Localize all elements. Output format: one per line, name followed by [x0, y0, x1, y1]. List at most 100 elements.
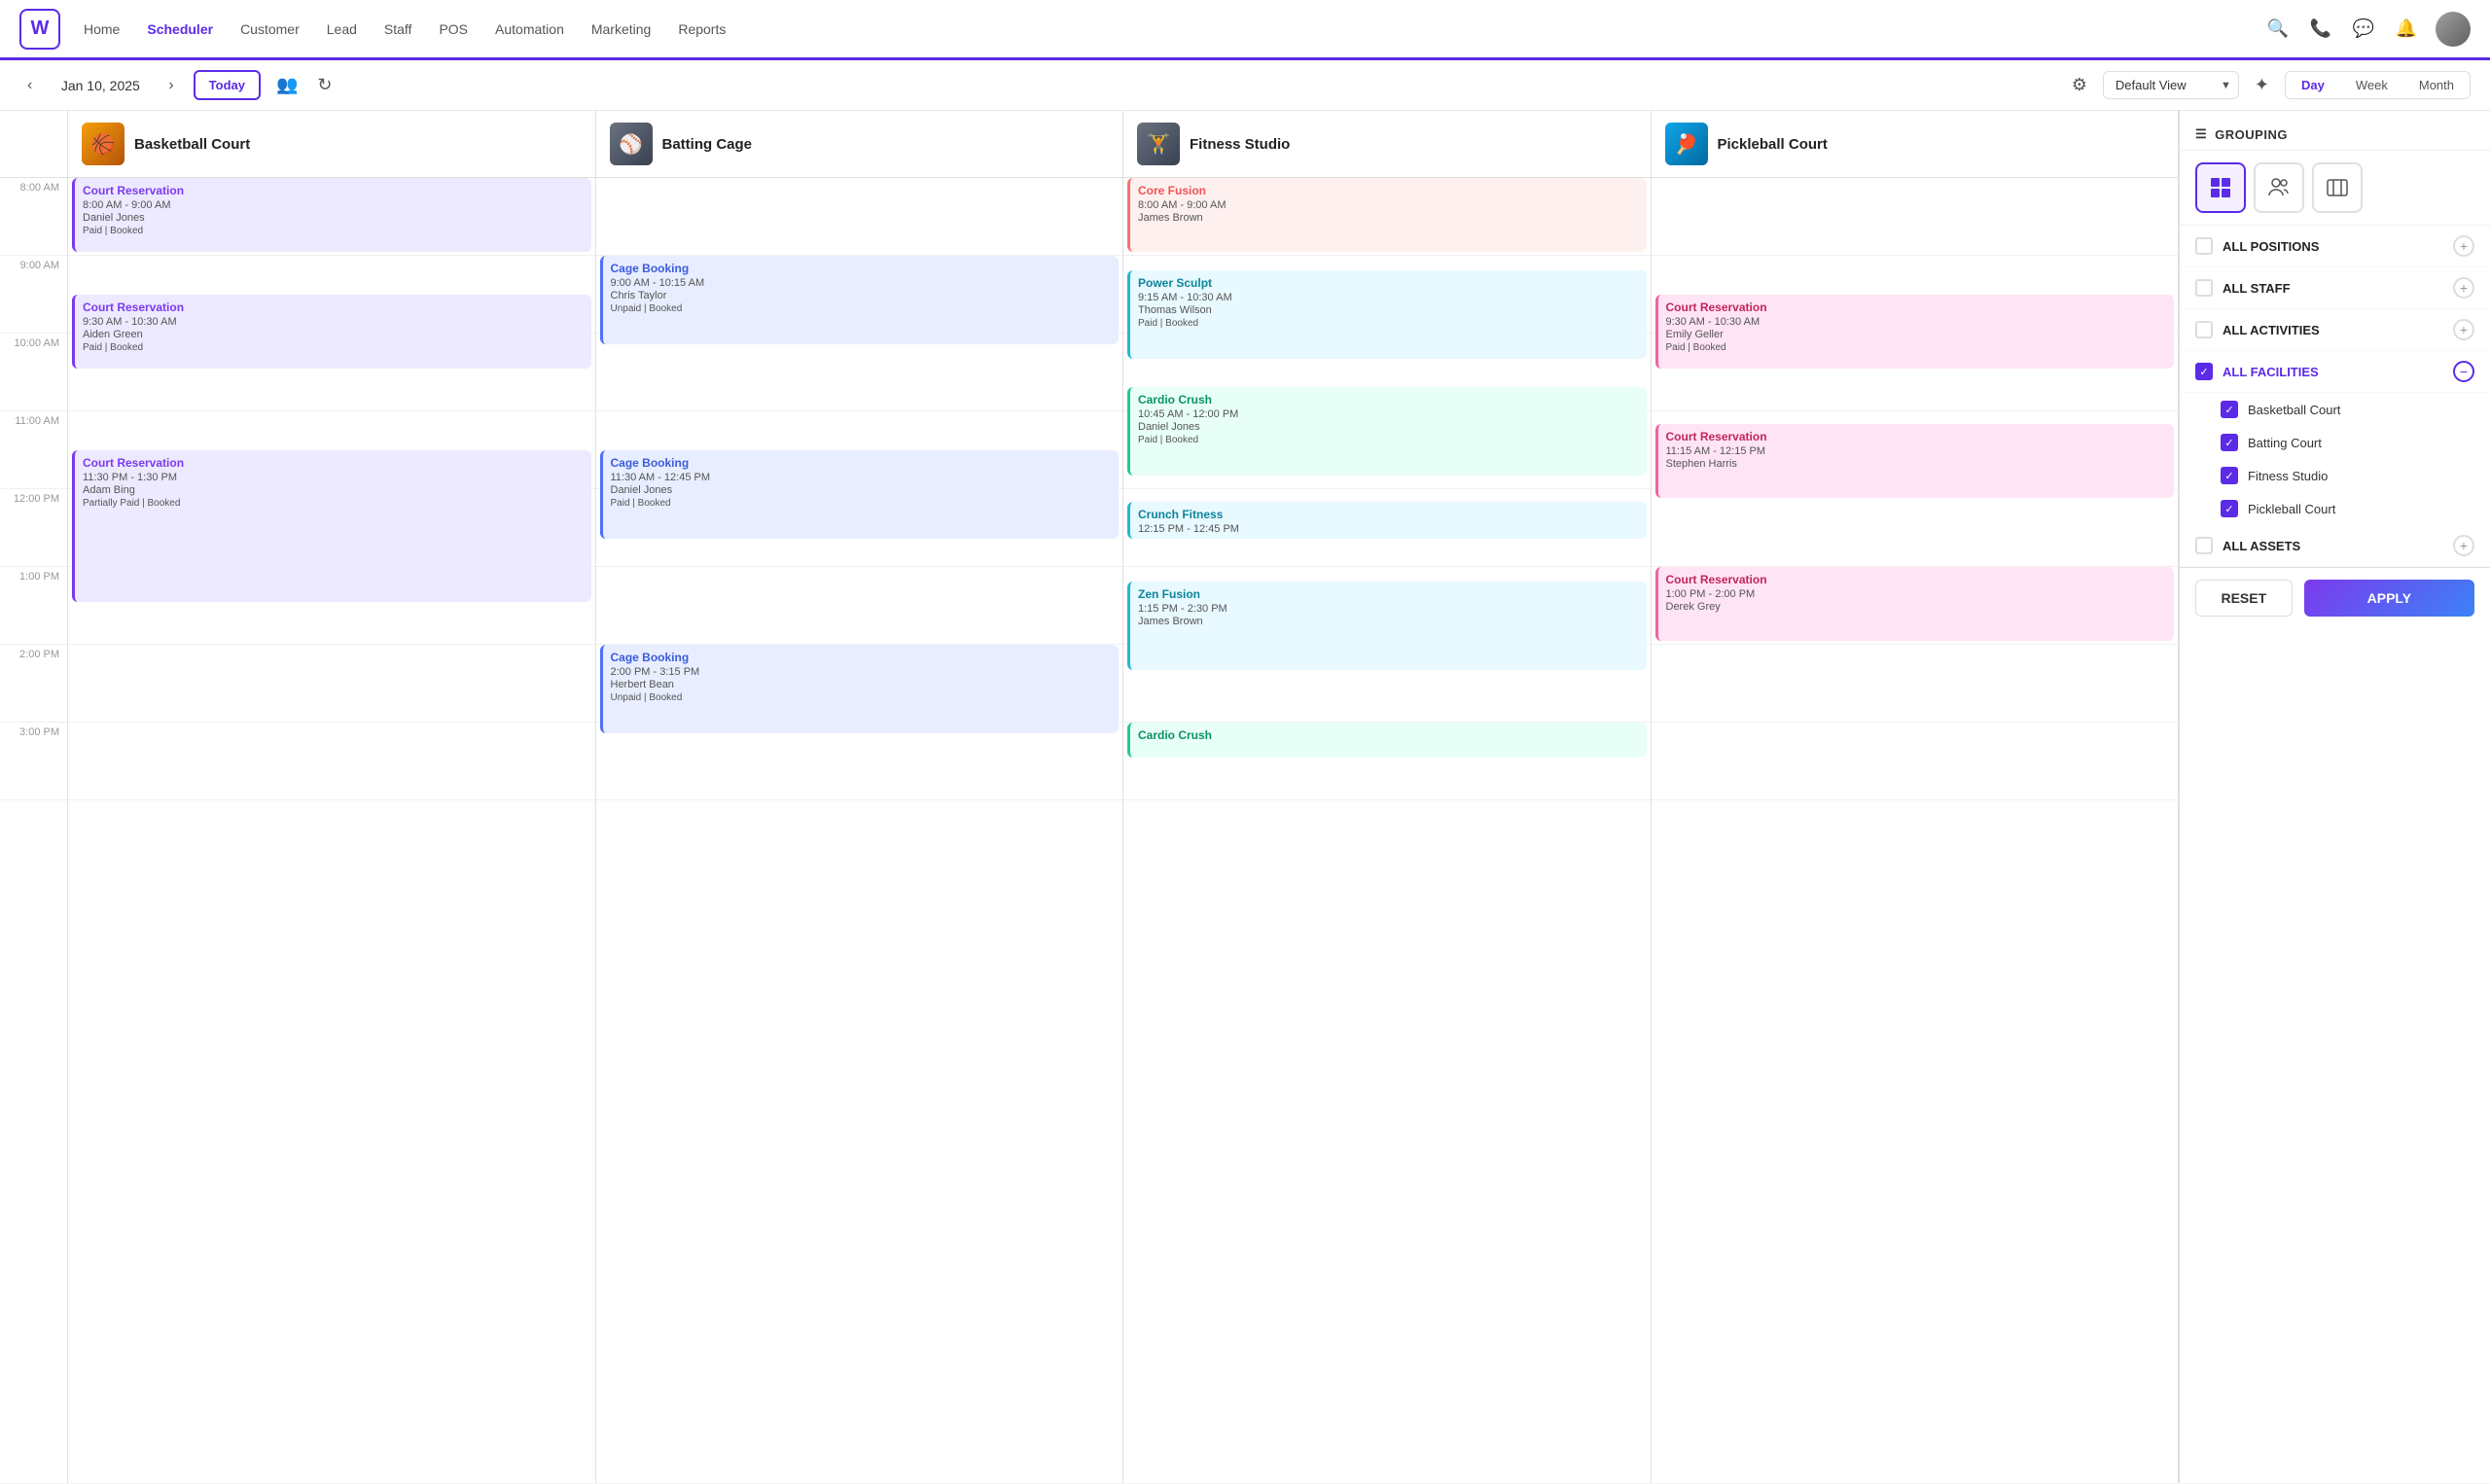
facility-name-fitness: Fitness Studio: [1190, 136, 1290, 153]
event-fitness-5[interactable]: Cardio Crush: [1127, 723, 1647, 758]
fitness-studio-checkbox[interactable]: ✓: [2221, 467, 2238, 484]
filter-icon-button[interactable]: ⚙: [2068, 71, 2091, 99]
event-fitness-2[interactable]: Cardio Crush 10:45 AM - 12:00 PM Daniel …: [1127, 387, 1647, 476]
search-icon[interactable]: 🔍: [2264, 16, 2292, 43]
prev-date-button[interactable]: ‹: [19, 73, 40, 98]
all-assets-expand-button[interactable]: +: [2453, 535, 2474, 556]
nav-automation[interactable]: Automation: [495, 21, 564, 37]
staff-icon-button[interactable]: 👥: [272, 71, 302, 99]
next-date-button[interactable]: ›: [160, 73, 181, 98]
all-facilities-collapse-button[interactable]: −: [2453, 361, 2474, 382]
all-staff-expand-button[interactable]: +: [2453, 277, 2474, 299]
tab-day[interactable]: Day: [2286, 72, 2340, 98]
event-basketball-0[interactable]: Court Reservation 8:00 AM - 9:00 AM Dani…: [72, 178, 591, 252]
nav-lead[interactable]: Lead: [327, 21, 357, 37]
notification-icon[interactable]: 🔔: [2393, 16, 2420, 43]
event-title: Core Fusion: [1138, 184, 1639, 197]
grid-slot: [68, 723, 595, 800]
event-pickleball-0[interactable]: Court Reservation 9:30 AM - 10:30 AM Emi…: [1655, 295, 2175, 369]
batting-court-label: Batting Court: [2248, 436, 2474, 450]
event-person: Herbert Bean: [611, 679, 1112, 690]
nav-links: Home Scheduler Customer Lead Staff POS A…: [84, 21, 2264, 37]
time-slot-2pm: 2:00 PM: [0, 645, 67, 723]
facility-header-row: 🏀 Basketball Court ⚾ Batting Cage 🏋️: [0, 111, 2179, 178]
event-title: Cage Booking: [611, 262, 1112, 275]
all-positions-checkbox[interactable]: [2195, 237, 2213, 255]
facility-name-basketball: Basketball Court: [134, 136, 250, 153]
event-batting-0[interactable]: Cage Booking 9:00 AM - 10:15 AM Chris Ta…: [600, 256, 1120, 344]
nav-staff[interactable]: Staff: [384, 21, 412, 37]
event-status: Paid | Booked: [611, 498, 1112, 509]
event-status: Unpaid | Booked: [611, 303, 1112, 314]
batting-court-checkbox[interactable]: ✓: [2221, 434, 2238, 451]
event-fitness-1[interactable]: Power Sculpt 9:15 AM - 10:30 AM Thomas W…: [1127, 270, 1647, 359]
whatsapp-icon[interactable]: 💬: [2350, 16, 2377, 43]
facility-name-batting: Batting Cage: [662, 136, 753, 153]
all-activities-expand-button[interactable]: +: [2453, 319, 2474, 340]
app-logo[interactable]: W: [19, 9, 60, 50]
facility-header-pickleball: 🏓 Pickleball Court: [1652, 111, 2179, 177]
time-slot-9am: 9:00 AM: [0, 256, 67, 334]
event-time: 11:30 AM - 12:45 PM: [611, 472, 1112, 483]
sidebar: ☰ GROUPING: [2179, 111, 2490, 1483]
event-time: 8:00 AM - 9:00 AM: [1138, 199, 1639, 211]
grid-slot: [596, 334, 1123, 411]
fitness-studio-label: Fitness Studio: [2248, 469, 2474, 483]
reset-button[interactable]: RESET: [2195, 580, 2293, 617]
phone-icon[interactable]: 📞: [2307, 16, 2334, 43]
nav-pos[interactable]: POS: [439, 21, 468, 37]
user-avatar[interactable]: [2436, 12, 2471, 47]
refresh-button[interactable]: ↻: [313, 71, 336, 99]
event-fitness-4[interactable]: Zen Fusion 1:15 PM - 2:30 PM James Brown: [1127, 582, 1647, 670]
apply-button[interactable]: APPLY: [2304, 580, 2474, 617]
star-button[interactable]: ✦: [2251, 71, 2273, 99]
facility-thumb-batting: ⚾: [610, 123, 653, 165]
event-pickleball-2[interactable]: Court Reservation 1:00 PM - 2:00 PM Dere…: [1655, 567, 2175, 641]
nav-marketing[interactable]: Marketing: [591, 21, 651, 37]
event-batting-1[interactable]: Cage Booking 11:30 AM - 12:45 PM Daniel …: [600, 450, 1120, 539]
event-fitness-0[interactable]: Core Fusion 8:00 AM - 9:00 AM James Brow…: [1127, 178, 1647, 252]
time-gutter-header: [0, 111, 68, 177]
grid-slot: [1652, 645, 2179, 723]
all-activities-checkbox[interactable]: [2195, 321, 2213, 338]
default-view-select[interactable]: Default View: [2103, 71, 2239, 99]
filter-all-assets: ALL ASSETS +: [2180, 525, 2490, 567]
nav-scheduler[interactable]: Scheduler: [147, 21, 213, 37]
grouping-facility-button[interactable]: [2195, 162, 2246, 213]
event-time: 9:30 AM - 10:30 AM: [1666, 316, 2167, 328]
grid-slot: [68, 645, 595, 723]
tab-week[interactable]: Week: [2340, 72, 2403, 98]
nav-home[interactable]: Home: [84, 21, 120, 37]
facility-thumb-pickleball: 🏓: [1665, 123, 1708, 165]
facility-thumb-basketball: 🏀: [82, 123, 124, 165]
pickleball-court-label: Pickleball Court: [2248, 502, 2474, 516]
time-slot-8am: 8:00 AM: [0, 178, 67, 256]
pickleball-court-checkbox[interactable]: ✓: [2221, 500, 2238, 517]
event-time: 9:00 AM - 10:15 AM: [611, 277, 1112, 289]
tab-month[interactable]: Month: [2403, 72, 2470, 98]
today-button[interactable]: Today: [194, 70, 261, 100]
event-time: 11:15 AM - 12:15 PM: [1666, 445, 2167, 457]
all-assets-checkbox[interactable]: [2195, 537, 2213, 554]
grouping-staff-button[interactable]: [2254, 162, 2304, 213]
grid-slot: [1652, 723, 2179, 800]
nav-reports[interactable]: Reports: [678, 21, 726, 37]
event-pickleball-1[interactable]: Court Reservation 11:15 AM - 12:15 PM St…: [1655, 424, 2175, 498]
event-person: Daniel Jones: [611, 484, 1112, 496]
grid-slot: [1652, 178, 2179, 256]
event-basketball-2[interactable]: Court Reservation 11:30 PM - 1:30 PM Ada…: [72, 450, 591, 602]
grouping-resource-button[interactable]: [2312, 162, 2363, 213]
facility-col-batting: ⚾ Batting Cage: [596, 111, 1124, 177]
event-basketball-1[interactable]: Court Reservation 9:30 AM - 10:30 AM Aid…: [72, 295, 591, 369]
sub-filter-pickleball: ✓ Pickleball Court: [2180, 492, 2490, 525]
event-batting-2[interactable]: Cage Booking 2:00 PM - 3:15 PM Herbert B…: [600, 645, 1120, 733]
event-title: Cage Booking: [611, 651, 1112, 664]
nav-customer[interactable]: Customer: [240, 21, 300, 37]
toolbar: ‹ Jan 10, 2025 › Today 👥 ↻ ⚙ Default Vie…: [0, 60, 2490, 111]
all-positions-expand-button[interactable]: +: [2453, 235, 2474, 257]
event-fitness-3[interactable]: Crunch Fitness 12:15 PM - 12:45 PM: [1127, 502, 1647, 539]
basketball-court-checkbox[interactable]: ✓: [2221, 401, 2238, 418]
all-staff-checkbox[interactable]: [2195, 279, 2213, 297]
all-facilities-checkbox[interactable]: ✓: [2195, 363, 2213, 380]
facility-header-batting: ⚾ Batting Cage: [596, 111, 1123, 177]
